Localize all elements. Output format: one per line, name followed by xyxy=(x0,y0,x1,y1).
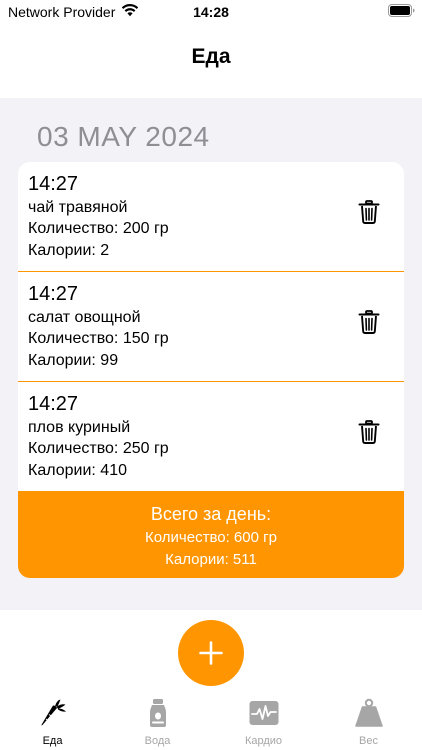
entry-time: 14:27 xyxy=(28,393,79,415)
entry-time: 14:27 xyxy=(28,173,79,195)
tab-label: Вес xyxy=(359,735,378,747)
day-card: 14:27 чай травяной Количество: 200 гр Ка… xyxy=(18,162,404,578)
entry-quantity: Количество: 200 гр xyxy=(28,220,169,237)
plus-icon xyxy=(199,641,223,665)
trash-icon[interactable] xyxy=(358,420,380,444)
entry-calories: Калории: 99 xyxy=(28,352,119,369)
tab-label: Еда xyxy=(42,735,63,747)
weight-icon xyxy=(355,698,383,727)
food-entry: 14:27 плов куриный Количество: 250 гр Ка… xyxy=(18,382,404,491)
trash-icon[interactable] xyxy=(358,200,380,224)
summary-quantity: Количество: 600 гр xyxy=(145,529,277,546)
heart-monitor-icon xyxy=(249,701,279,725)
entry-time: 14:27 xyxy=(28,283,79,305)
tab-bar: Еда Вода Кардио Вес xyxy=(0,690,422,750)
food-list-container: 03 MAY 2024 14:27 чай травяной Количеств… xyxy=(0,98,422,610)
tab-food[interactable]: Еда xyxy=(0,690,105,750)
carrot-icon xyxy=(41,699,66,726)
food-entry: 14:27 салат овощной Количество: 150 гр К… xyxy=(18,272,404,381)
tab-weight[interactable]: Вес xyxy=(316,690,421,750)
entry-quantity: Количество: 250 гр xyxy=(28,440,169,457)
food-entry: 14:27 чай травяной Количество: 200 гр Ка… xyxy=(18,162,404,271)
entry-name: плов куриный xyxy=(28,419,131,436)
tab-cardio[interactable]: Кардио xyxy=(211,690,316,750)
trash-icon[interactable] xyxy=(358,310,380,334)
status-bar: Network Provider 14:28 xyxy=(0,0,422,24)
tab-water[interactable]: Вода xyxy=(105,690,210,750)
status-time: 14:28 xyxy=(193,4,229,20)
date-header: 03 MAY 2024 xyxy=(37,121,210,152)
entry-name: салат овощной xyxy=(28,309,141,326)
summary-title: Всего за день: xyxy=(150,504,272,524)
water-bottle-icon xyxy=(150,699,166,727)
entry-quantity: Количество: 150 гр xyxy=(28,330,169,347)
battery-icon xyxy=(388,4,415,17)
page-title: Еда xyxy=(191,45,231,68)
add-food-button[interactable] xyxy=(178,620,244,686)
entry-calories: Калории: 410 xyxy=(28,462,127,479)
entry-name: чай травяной xyxy=(28,199,128,216)
entry-calories: Калории: 2 xyxy=(28,242,110,259)
summary-calories: Калории: 511 xyxy=(165,551,257,568)
tab-label: Вода xyxy=(144,735,171,747)
daily-summary: Всего за день: Количество: 600 гр Калори… xyxy=(18,491,404,578)
tab-label: Кардио xyxy=(244,735,283,747)
